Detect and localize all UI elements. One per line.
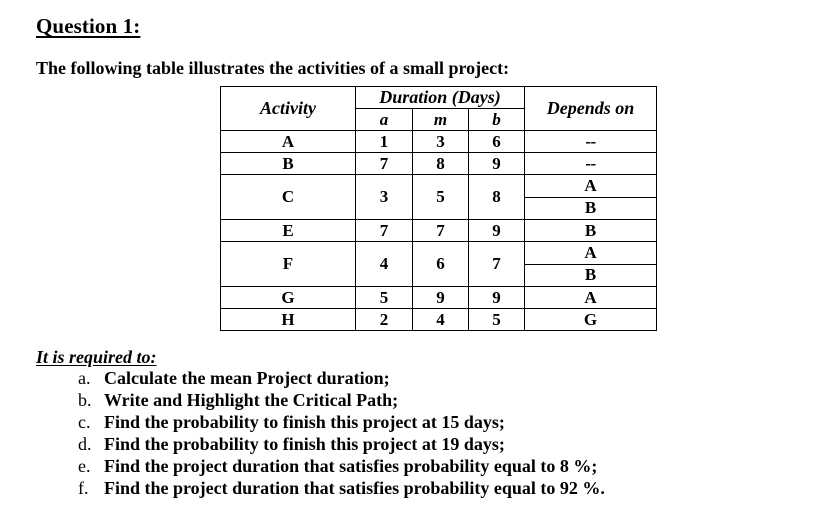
table-row: B 7 8 9 --: [220, 152, 658, 175]
cell-duration-a: 3: [355, 174, 413, 220]
cell-depends-on-split: A B: [524, 174, 658, 220]
cell-activity: E: [220, 219, 356, 242]
list-item-marker: a.: [78, 368, 91, 388]
cell-activity: B: [220, 152, 356, 175]
list-item-marker: c.: [78, 412, 91, 432]
column-header-optimistic-a: a: [355, 108, 413, 131]
table-row: H 2 4 5 G: [220, 308, 658, 331]
list-item: f. Find the project duration that satisf…: [78, 477, 778, 499]
table-row: E 7 7 9 B: [220, 219, 658, 242]
cell-depends-on: G: [524, 308, 658, 331]
cell-depends-on: --: [524, 130, 658, 153]
activities-table: Activity Duration (Days) Depends on a m …: [220, 86, 658, 331]
cell-depends-on: A: [524, 286, 658, 309]
cell-depends-on: --: [524, 152, 658, 175]
cell-activity: A: [220, 130, 356, 153]
cell-activity: F: [220, 241, 356, 287]
cell-duration-m: 4: [412, 308, 469, 331]
table-header-row-1: Activity Duration (Days) Depends on: [220, 86, 658, 131]
cell-duration-b: 8: [467, 174, 526, 220]
cell-duration-m: 7: [412, 219, 469, 242]
document-page: Question 1: The following table illustra…: [0, 0, 815, 532]
cell-duration-m: 9: [412, 286, 469, 309]
cell-depends-on-top: A: [525, 175, 657, 198]
column-header-depends-on: Depends on: [524, 86, 658, 131]
cell-duration-b: 6: [467, 130, 526, 153]
list-item-marker: d.: [78, 434, 92, 454]
cell-duration-m: 8: [412, 152, 469, 175]
cell-duration-m: 5: [412, 174, 469, 220]
cell-duration-a: 1: [355, 130, 413, 153]
cell-duration-m: 6: [412, 241, 469, 287]
table-row: G 5 9 9 A: [220, 286, 658, 309]
list-item: c. Find the probability to finish this p…: [78, 411, 778, 433]
table-body: A 1 3 6 -- B 7 8 9 -- C 3 5 8 A B E 7 7 …: [220, 130, 658, 331]
requirements-list: a. Calculate the mean Project duration; …: [78, 367, 778, 499]
cell-activity: H: [220, 308, 356, 331]
table-row: A 1 3 6 --: [220, 130, 658, 153]
cell-duration-a: 7: [355, 219, 413, 242]
cell-depends-on-bottom: B: [584, 198, 597, 218]
cell-duration-a: 7: [355, 152, 413, 175]
cell-activity: C: [220, 174, 356, 220]
column-header-most-likely-m: m: [412, 108, 469, 131]
list-item-marker: b.: [78, 390, 92, 410]
cell-duration-a: 5: [355, 286, 413, 309]
question-heading: Question 1:: [36, 14, 141, 38]
cell-depends-on-split: A B: [524, 241, 658, 287]
cell-depends-on-bottom: B: [584, 265, 597, 285]
cell-duration-b: 9: [467, 152, 526, 175]
intro-sentence: The following table illustrates the acti…: [36, 58, 510, 78]
cell-duration-a: 2: [355, 308, 413, 331]
cell-duration-b: 5: [467, 308, 526, 331]
list-item: b. Write and Highlight the Critical Path…: [78, 389, 778, 411]
list-item-text: Find the probability to finish this proj…: [104, 434, 505, 454]
list-item-marker: f.: [78, 478, 89, 498]
list-item: e. Find the project duration that satisf…: [78, 455, 778, 477]
activities-table-container: Activity Duration (Days) Depends on a m …: [220, 86, 658, 331]
cell-duration-b: 9: [467, 219, 526, 242]
cell-duration-b: 7: [467, 241, 526, 287]
cell-depends-on-top: A: [525, 242, 657, 265]
cell-duration-m: 3: [412, 130, 469, 153]
cell-duration-a: 4: [355, 241, 413, 287]
list-item-text: Write and Highlight the Critical Path;: [104, 390, 399, 410]
list-item: d. Find the probability to finish this p…: [78, 433, 778, 455]
cell-activity: G: [220, 286, 356, 309]
list-item-marker: e.: [78, 456, 91, 476]
list-item: a. Calculate the mean Project duration;: [78, 367, 778, 389]
column-header-duration-group: Duration (Days): [354, 86, 526, 109]
cell-duration-b: 9: [467, 286, 526, 309]
list-item-text: Calculate the mean Project duration;: [104, 368, 390, 388]
list-item-text: Find the project duration that satisfies…: [104, 478, 605, 498]
table-head: Activity Duration (Days) Depends on a m …: [220, 86, 658, 131]
list-item-text: Find the project duration that satisfies…: [104, 456, 598, 476]
cell-depends-on: B: [524, 219, 658, 242]
required-to-title: It is required to:: [36, 347, 157, 367]
column-header-activity: Activity: [220, 86, 356, 131]
list-item-text: Find the probability to finish this proj…: [104, 412, 505, 432]
table-row: C 3 5 8 A B: [220, 174, 658, 220]
column-header-pessimistic-b: b: [467, 108, 526, 131]
table-row: F 4 6 7 A B: [220, 241, 658, 287]
